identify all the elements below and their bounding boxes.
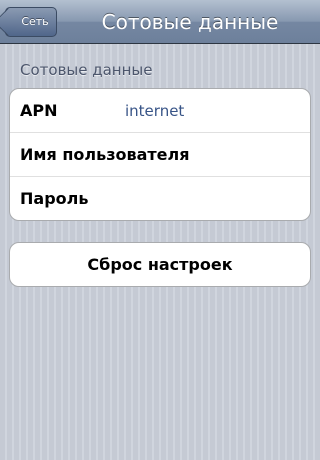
username-label: Имя пользователя xyxy=(20,145,190,164)
password-label: Пароль xyxy=(20,189,89,208)
apn-label: APN xyxy=(20,101,58,120)
apn-row[interactable]: APN internet xyxy=(10,89,310,133)
section-header: Сотовые данные xyxy=(20,61,153,79)
navigation-bar: Сеть Сотовые данные xyxy=(0,0,320,44)
reset-settings-button[interactable]: Сброс настроек xyxy=(10,243,310,286)
back-button-label: Сеть xyxy=(21,15,49,28)
page-title: Сотовые данные xyxy=(101,10,279,34)
password-row[interactable]: Пароль xyxy=(10,177,310,220)
back-button[interactable]: Сеть xyxy=(5,7,57,37)
reset-group: Сброс настроек xyxy=(9,242,311,287)
apn-field[interactable]: internet xyxy=(125,89,184,133)
settings-group: APN internet Имя пользователя Пароль xyxy=(9,88,311,221)
username-row[interactable]: Имя пользователя xyxy=(10,133,310,177)
